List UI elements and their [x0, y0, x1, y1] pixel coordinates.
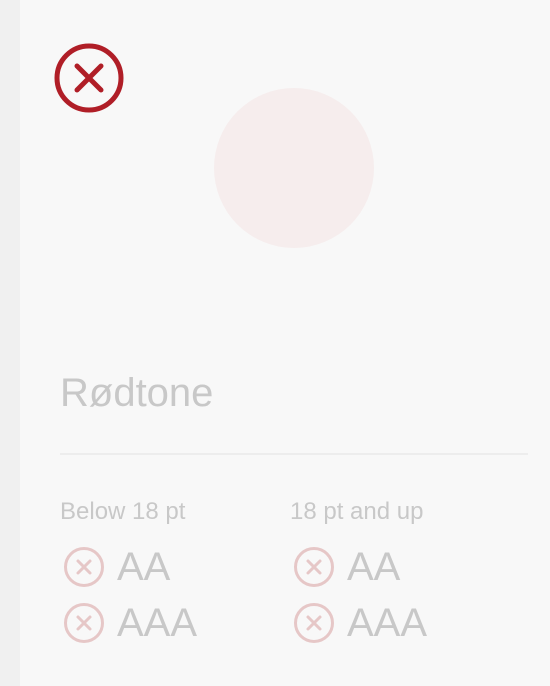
grade-label: AA [347, 545, 401, 589]
close-button[interactable] [54, 43, 124, 113]
color-swatch [214, 88, 374, 248]
grade-label: AA [117, 545, 171, 589]
x-circle-icon [294, 547, 334, 587]
x-circle-icon [294, 603, 334, 643]
large-text-contrast: 18 pt and up AA AAA [290, 497, 510, 651]
grade-aaa-small: AAA [60, 595, 280, 651]
divider [60, 453, 528, 455]
grade-aa-small: AA [60, 539, 280, 595]
x-circle-icon [64, 547, 104, 587]
grade-aaa-large: AAA [290, 595, 510, 651]
x-circle-icon [64, 603, 104, 643]
grade-label: AAA [347, 601, 428, 645]
grade-label: AAA [117, 601, 198, 645]
x-circle-icon [54, 43, 124, 113]
color-name: Rødtone [60, 371, 214, 415]
large-text-heading: 18 pt and up [290, 498, 424, 525]
small-text-contrast: Below 18 pt AA AAA [60, 497, 280, 651]
grade-aa-large: AA [290, 539, 510, 595]
small-text-heading: Below 18 pt [60, 498, 186, 525]
